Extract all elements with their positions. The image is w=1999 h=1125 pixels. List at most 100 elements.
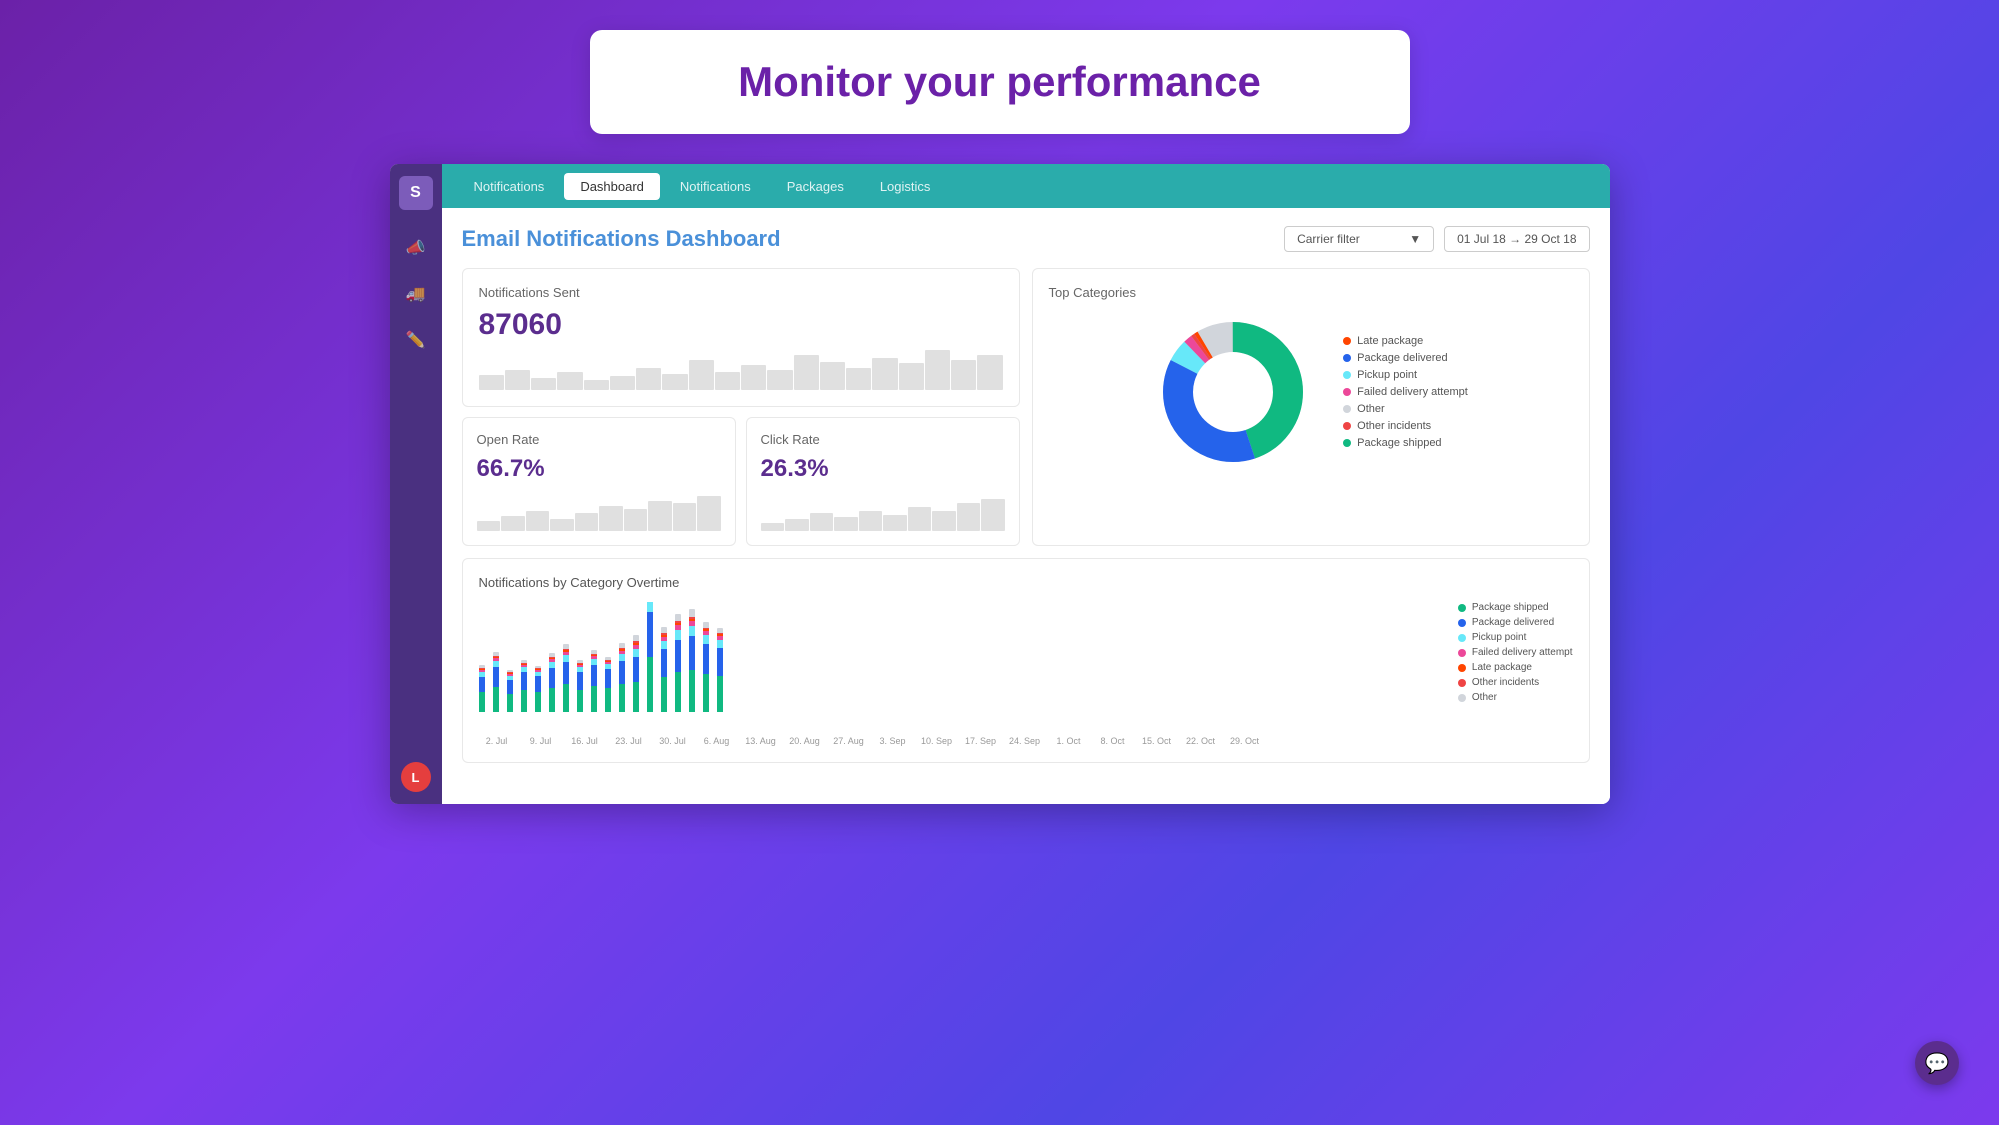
bar-segment <box>563 684 569 712</box>
bar-segment <box>675 640 681 672</box>
bar-segment <box>479 677 485 692</box>
bar-segment <box>577 690 583 712</box>
legend-dot <box>1343 388 1351 396</box>
nav-bar: Notifications Dashboard Notifications Pa… <box>442 164 1610 208</box>
bar-segment <box>619 654 625 661</box>
bar-group <box>689 609 695 712</box>
legend-dot <box>1458 694 1466 702</box>
bar-segment <box>717 648 723 676</box>
bar-chart-section: Notifications by Category Overtime 2. Ju… <box>462 558 1590 763</box>
bar-segment <box>717 640 723 648</box>
x-label: 9. Jul <box>523 736 559 746</box>
mini-bar <box>501 516 525 531</box>
chart-main: 2. Jul9. Jul16. Jul23. Jul30. Jul6. Aug1… <box>479 602 1438 746</box>
nav-item-dashboard[interactable]: Dashboard <box>564 173 660 200</box>
mini-bar <box>925 350 950 390</box>
legend-dot <box>1458 634 1466 642</box>
bar-chart-area <box>479 602 1438 732</box>
bar-segment <box>549 688 555 712</box>
mini-bar <box>584 380 609 390</box>
nav-item-logistics[interactable]: Logistics <box>864 173 947 200</box>
mini-bar <box>977 355 1002 390</box>
x-label: 23. Jul <box>611 736 647 746</box>
bar-segment <box>689 670 695 712</box>
mini-bar <box>872 358 897 390</box>
bar-group <box>661 627 667 712</box>
bar-group <box>577 660 583 712</box>
mini-bar <box>557 372 582 390</box>
mini-bar <box>636 368 661 390</box>
dropdown-arrow-icon: ▼ <box>1409 232 1421 246</box>
bar-segment <box>563 655 569 662</box>
legend-label: Package delivered <box>1357 352 1448 364</box>
legend-item: Other <box>1343 403 1468 415</box>
bar-group <box>549 653 555 712</box>
legend-dot <box>1458 649 1466 657</box>
chat-bubble[interactable]: 💬 <box>1915 1041 1959 1085</box>
dashboard-title: Email Notifications Dashboard <box>462 226 781 252</box>
x-label: 6. Aug <box>699 736 735 746</box>
date-range-picker[interactable]: 01 Jul 18 → 29 Oct 18 <box>1444 226 1589 252</box>
bar-segment <box>703 674 709 712</box>
bar-segment <box>521 672 527 690</box>
truck-icon[interactable]: 🚚 <box>402 280 430 308</box>
mini-bar <box>575 513 599 531</box>
legend-label: Other <box>1357 403 1385 415</box>
mini-bar <box>883 515 907 531</box>
bar-segment <box>493 667 499 687</box>
nav-item-notifications-parent[interactable]: Notifications <box>458 173 561 200</box>
bar-segment <box>647 612 653 657</box>
bar-segment <box>563 662 569 684</box>
carrier-filter-dropdown[interactable]: Carrier filter ▼ <box>1284 226 1434 252</box>
nav-item-packages[interactable]: Packages <box>771 173 860 200</box>
megaphone-icon[interactable]: 📣 <box>402 234 430 262</box>
edit-icon[interactable]: ✏️ <box>402 326 430 354</box>
legend-dot <box>1343 405 1351 413</box>
carrier-filter-label: Carrier filter <box>1297 232 1360 246</box>
top-categories-title: Top Categories <box>1049 285 1573 300</box>
main-content: Notifications Dashboard Notifications Pa… <box>442 164 1610 804</box>
bar-segment <box>577 672 583 690</box>
legend-dot <box>1458 604 1466 612</box>
legend-label: Other <box>1472 692 1497 703</box>
avatar[interactable]: L <box>401 762 431 792</box>
bar-segment <box>689 636 695 670</box>
x-labels: 2. Jul9. Jul16. Jul23. Jul30. Jul6. Aug1… <box>479 736 1438 746</box>
bar-group <box>619 643 625 712</box>
sub-cards: Open Rate 66.7% <box>462 417 1020 546</box>
legend-item: Pickup point <box>1343 369 1468 381</box>
mini-bar <box>932 511 956 531</box>
mini-bar <box>715 372 740 390</box>
legend-dot <box>1458 664 1466 672</box>
bar-group <box>717 628 723 712</box>
mini-bar <box>908 507 932 531</box>
mini-bar <box>981 499 1005 531</box>
mini-bar <box>673 503 697 531</box>
categories-content: Late package Package delivered Pickup po… <box>1049 312 1573 472</box>
legend-label: Late package <box>1357 335 1423 347</box>
open-rate-card: Open Rate 66.7% <box>462 417 736 546</box>
bar-group <box>633 635 639 712</box>
bar-segment <box>521 690 527 712</box>
mini-bar <box>957 503 981 531</box>
bar-group <box>647 602 653 712</box>
categories-legend: Late package Package delivered Pickup po… <box>1343 335 1468 449</box>
mini-bar <box>810 513 834 531</box>
sidebar-logo[interactable]: S <box>399 176 433 210</box>
metrics-row: Notifications Sent 87060 <box>462 268 1590 546</box>
bar-segment <box>535 692 541 712</box>
nav-item-notifications[interactable]: Notifications <box>664 173 767 200</box>
mini-bar <box>624 509 648 531</box>
legend-dot <box>1343 371 1351 379</box>
bar-segment <box>703 635 709 644</box>
mini-bar <box>662 374 687 390</box>
bar-segment <box>661 641 667 649</box>
header-banner: Monitor your performance <box>590 30 1410 134</box>
mini-bar <box>761 523 785 531</box>
bar-segment <box>647 602 653 612</box>
legend-label: Other incidents <box>1472 677 1539 688</box>
bar-segment <box>675 672 681 712</box>
legend-label: Package shipped <box>1472 602 1549 613</box>
legend-label: Other incidents <box>1357 420 1431 432</box>
legend-dot <box>1343 422 1351 430</box>
